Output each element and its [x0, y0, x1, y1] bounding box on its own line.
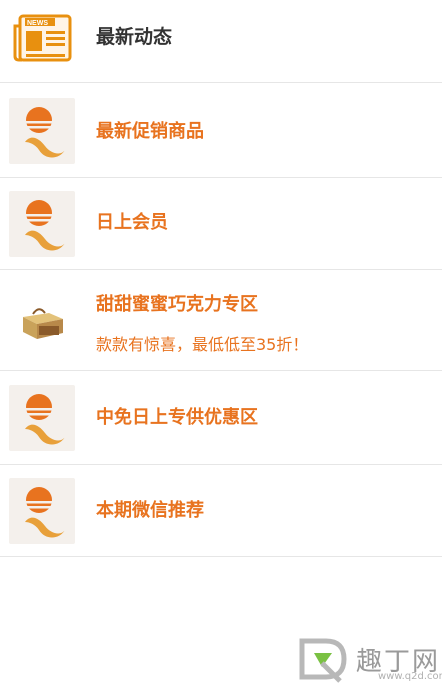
list-item-title: 本期微信推荐: [96, 500, 204, 521]
sunrise-logo-icon: [9, 191, 75, 257]
list-item-wechat-picks[interactable]: 本期微信推荐: [0, 465, 442, 557]
list-item-exclusive-deals[interactable]: 中免日上专供优惠区: [0, 371, 442, 465]
watermark-url: www.q2d.com: [378, 671, 442, 682]
sunrise-logo-icon: [9, 478, 75, 544]
svg-text:NEWS: NEWS: [27, 20, 48, 27]
list-item-promotions[interactable]: 最新促销商品: [0, 83, 442, 178]
list-item-membership[interactable]: 日上会员: [0, 178, 442, 270]
list-item-subtitle: 款款有惊喜，最低低至35折！: [96, 335, 309, 354]
watermark: 趣丁网 www.q2d.com: [292, 633, 442, 685]
sunrise-logo-icon: [9, 98, 75, 164]
news-icon: NEWS: [13, 14, 72, 62]
sunrise-logo-icon: [9, 385, 75, 451]
watermark-logo-icon: [299, 638, 347, 683]
list-item-title: 甜甜蜜蜜巧克力专区: [96, 294, 258, 315]
list-item-chocolate[interactable]: 甜甜蜜蜜巧克力专区 款款有惊喜，最低低至35折！: [0, 270, 442, 371]
page-title: 最新动态: [96, 26, 173, 48]
section-header: NEWS 最新动态: [0, 0, 442, 83]
gift-box-icon: [9, 287, 75, 353]
list-item-title: 日上会员: [96, 212, 168, 233]
list-item-title: 中免日上专供优惠区: [96, 407, 258, 428]
list-item-title: 最新促销商品: [96, 121, 204, 142]
